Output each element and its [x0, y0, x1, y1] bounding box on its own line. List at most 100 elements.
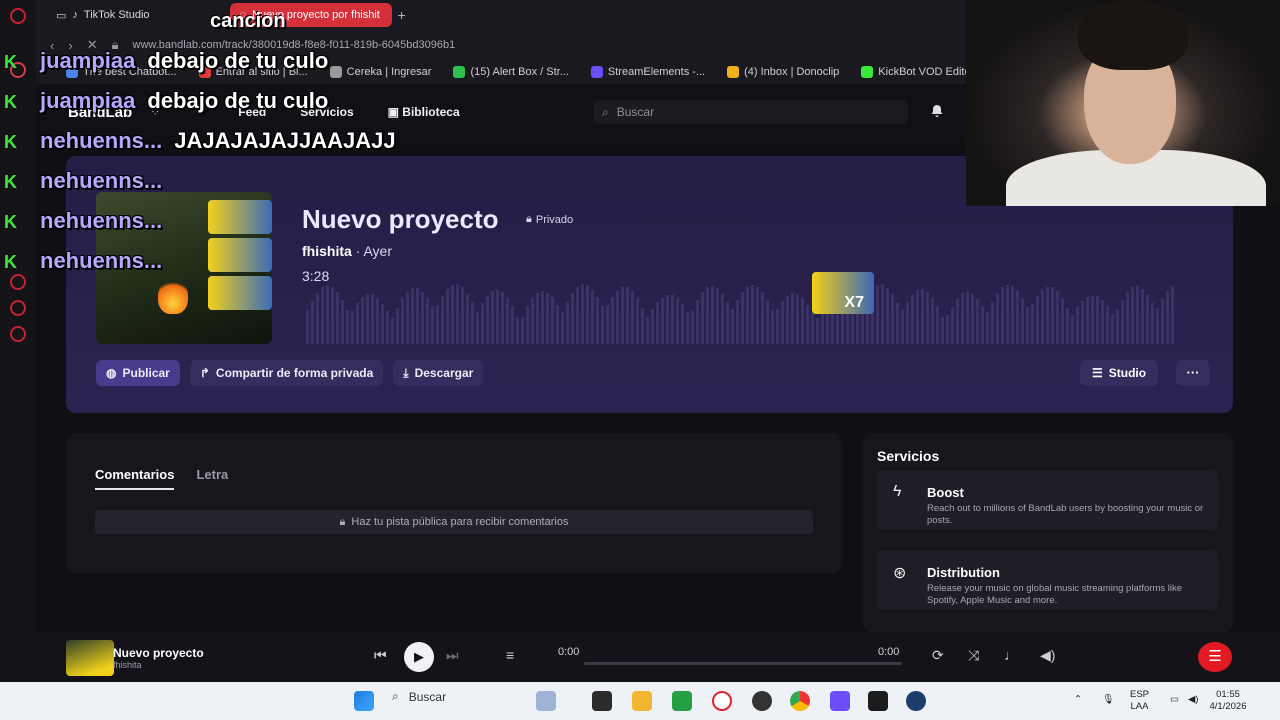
progress-bar[interactable]	[584, 662, 902, 665]
waveform-bar	[961, 293, 964, 344]
waveform-bar	[376, 298, 379, 344]
player-title[interactable]: Nuevo proyecto	[113, 646, 204, 660]
chrome-icon[interactable]	[790, 691, 810, 711]
waveform-bar	[521, 316, 524, 344]
publish-button[interactable]: ◍ Publicar	[96, 360, 180, 386]
waveform-bar	[1171, 286, 1174, 344]
waveform-bar	[386, 310, 389, 344]
waveform-bar	[666, 295, 669, 344]
waveform-bar	[1066, 307, 1069, 344]
bookmark[interactable]: (4) Inbox | Donoclip	[727, 66, 839, 78]
language-indicator[interactable]: ESP LAA	[1130, 689, 1149, 713]
sliders-icon: ☰	[1092, 366, 1103, 380]
tab-comments[interactable]: Comentarios	[95, 467, 175, 490]
globe-icon: ◍	[106, 366, 117, 380]
widget-icon[interactable]	[536, 691, 556, 711]
play-button[interactable]: ▶	[404, 642, 434, 672]
waveform-bar	[1076, 307, 1079, 344]
waveform-bar	[876, 284, 879, 344]
share-private-button[interactable]: ↱ Compartir de forma privada	[189, 360, 384, 386]
clock[interactable]: 01:55 4/1/2026	[1206, 689, 1250, 713]
windows-taskbar: ⌕ Buscar ⌃ 🎙︎ ESP LAA ▭ ◀) 01:55 4/1/202…	[0, 682, 1280, 720]
waveform-bar	[641, 307, 644, 344]
kick-icon: K	[4, 92, 17, 112]
main-menu-button[interactable]: ☰	[1198, 642, 1232, 672]
webcam-overlay	[966, 0, 1280, 206]
waveform-bar	[986, 311, 989, 344]
volume-icon[interactable]: ◀)	[1188, 694, 1198, 706]
volume-icon[interactable]: ◀)	[1040, 647, 1055, 664]
waveform-bar	[656, 302, 659, 344]
tab-lyrics[interactable]: Letra	[196, 467, 228, 490]
queue-icon[interactable]: ≡	[506, 647, 514, 663]
app-icon[interactable]	[868, 691, 888, 711]
waveform-bar	[976, 298, 979, 344]
waveform-bar	[1101, 299, 1104, 344]
opera-icon[interactable]	[712, 691, 732, 711]
waveform-bar	[741, 291, 744, 344]
task-view-icon[interactable]	[592, 691, 612, 711]
player-bar: Nuevo proyecto fhishita ⏮ ▶ ⏭ ≡ 0:00 0:0…	[36, 632, 1280, 682]
tray-chevron-icon[interactable]: ⌃	[1074, 694, 1082, 706]
download-button[interactable]: ⤓ Descargar	[393, 360, 484, 386]
waveform-bar	[381, 303, 384, 344]
network-icon[interactable]: ▭	[1170, 694, 1179, 706]
streamer-hair	[1078, 0, 1188, 70]
sidebar-app-icon[interactable]	[10, 300, 26, 316]
screen: ▭ ♪ TikTok Studio ◌ Nuevo proyecto por f…	[0, 0, 1280, 720]
kick-icon: K	[4, 212, 17, 232]
search-input[interactable]: ⌕ Buscar	[594, 100, 908, 124]
player-artist[interactable]: fhishita	[113, 660, 142, 670]
waveform-bar	[536, 292, 539, 344]
waveform-bar	[816, 318, 819, 344]
obs-icon[interactable]	[752, 691, 772, 711]
xbox-icon[interactable]	[672, 691, 692, 711]
steam-icon[interactable]	[906, 691, 926, 711]
waveform-bar	[321, 287, 324, 344]
lightning-icon: ϟ	[893, 483, 902, 500]
lock-icon: 🔒︎	[526, 213, 532, 225]
waveform-bar	[951, 306, 954, 344]
waveform-bar	[496, 290, 499, 344]
waveform-bar	[681, 304, 684, 344]
repeat-icon[interactable]: ⟳	[932, 647, 944, 664]
waveform-bar	[476, 311, 479, 344]
app-icon[interactable]	[830, 691, 850, 711]
waveform-bar	[596, 296, 599, 344]
waveform-bar	[1111, 313, 1114, 344]
shuffle-icon[interactable]: ⤨	[968, 647, 979, 664]
file-explorer-icon[interactable]	[632, 691, 652, 711]
waveform-bar	[441, 296, 444, 344]
bookmark[interactable]: StreamElements -...	[590, 66, 705, 78]
waveform-bar	[511, 306, 514, 344]
waveform-bar	[981, 306, 984, 344]
comments-panel: Comentarios Letra 🔒︎ Haz tu pista públic…	[66, 433, 842, 573]
waveform-bar	[726, 301, 729, 344]
service-distribution[interactable]: ⊛ Distribution Release your music on glo…	[877, 551, 1218, 609]
distribution-icon: ⊛	[893, 565, 907, 582]
waveform-bar	[406, 291, 409, 344]
settings-icon[interactable]	[10, 326, 26, 342]
waveform-bar	[731, 309, 734, 344]
services-panel: Servicios ϟ Boost Reach out to millions …	[863, 433, 1233, 633]
waveform-bar	[1156, 308, 1159, 344]
waveform-bar	[421, 291, 424, 344]
mic-icon[interactable]: 🎙︎	[1102, 694, 1114, 706]
windows-start-icon[interactable]	[354, 691, 374, 711]
studio-button[interactable]: ☰ Studio	[1080, 360, 1159, 386]
previous-track-icon[interactable]: ⏮	[374, 647, 387, 664]
mute-icon[interactable]: ♩	[1004, 647, 1018, 663]
waveform-bar	[566, 301, 569, 344]
waveform-bar	[346, 309, 349, 344]
kick-icon: K	[4, 132, 17, 152]
next-track-icon[interactable]: ⏭	[446, 647, 459, 664]
waveform[interactable]	[306, 284, 1178, 344]
notifications-bell-icon[interactable]	[930, 104, 944, 118]
player-cover[interactable]	[66, 640, 114, 676]
bookmark[interactable]: KickBot VOD Editor	[861, 66, 966, 78]
taskbar-search[interactable]: ⌕ Buscar	[392, 689, 446, 704]
waveform-bar	[351, 310, 354, 344]
waveform-bar	[576, 287, 579, 344]
service-boost[interactable]: ϟ Boost Reach out to millions of BandLab…	[877, 471, 1218, 529]
more-options-button[interactable]: ···	[1176, 360, 1210, 386]
